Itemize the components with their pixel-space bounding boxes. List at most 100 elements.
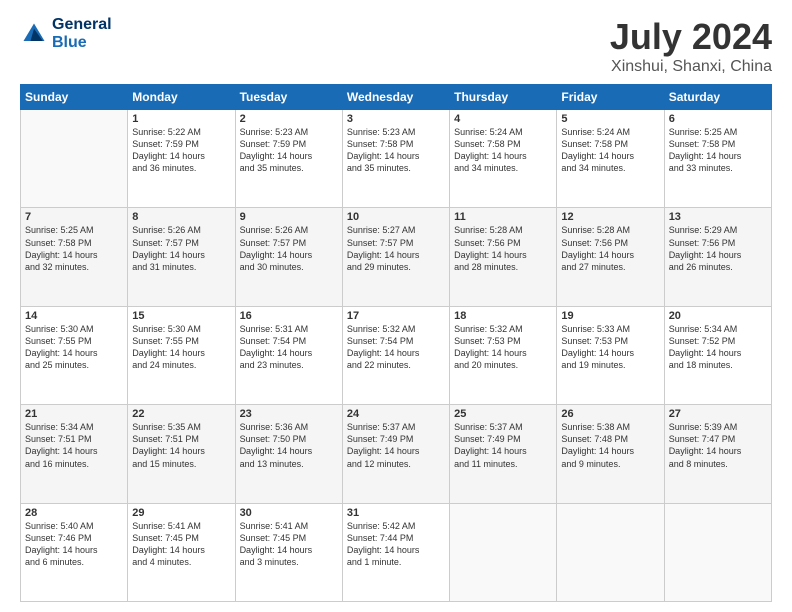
day-number: 2	[240, 113, 338, 125]
cell-details: Sunrise: 5:34 AMSunset: 7:51 PMDaylight:…	[25, 421, 123, 470]
calendar-table: Sunday Monday Tuesday Wednesday Thursday…	[20, 84, 772, 602]
calendar-week-row-0: 1 Sunrise: 5:22 AMSunset: 7:59 PMDayligh…	[21, 110, 772, 208]
header-thursday: Thursday	[450, 85, 557, 110]
calendar-cell	[557, 503, 664, 601]
calendar-cell: 8 Sunrise: 5:26 AMSunset: 7:57 PMDayligh…	[128, 208, 235, 306]
day-number: 20	[669, 310, 767, 322]
calendar-cell: 4 Sunrise: 5:24 AMSunset: 7:58 PMDayligh…	[450, 110, 557, 208]
header-sunday: Sunday	[21, 85, 128, 110]
weekday-header-row: Sunday Monday Tuesday Wednesday Thursday…	[21, 85, 772, 110]
day-number: 1	[132, 113, 230, 125]
calendar-cell: 17 Sunrise: 5:32 AMSunset: 7:54 PMDaylig…	[342, 306, 449, 404]
cell-details: Sunrise: 5:29 AMSunset: 7:56 PMDaylight:…	[669, 224, 767, 273]
day-number: 15	[132, 310, 230, 322]
cell-details: Sunrise: 5:30 AMSunset: 7:55 PMDaylight:…	[25, 323, 123, 372]
calendar-cell: 6 Sunrise: 5:25 AMSunset: 7:58 PMDayligh…	[664, 110, 771, 208]
calendar-cell: 22 Sunrise: 5:35 AMSunset: 7:51 PMDaylig…	[128, 405, 235, 503]
calendar-cell: 31 Sunrise: 5:42 AMSunset: 7:44 PMDaylig…	[342, 503, 449, 601]
cell-details: Sunrise: 5:27 AMSunset: 7:57 PMDaylight:…	[347, 224, 445, 273]
day-number: 4	[454, 113, 552, 125]
header-tuesday: Tuesday	[235, 85, 342, 110]
title-block: July 2024 Xinshui, Shanxi, China	[610, 16, 772, 76]
calendar-cell: 18 Sunrise: 5:32 AMSunset: 7:53 PMDaylig…	[450, 306, 557, 404]
logo: General Blue	[20, 16, 112, 51]
day-number: 7	[25, 211, 123, 223]
cell-details: Sunrise: 5:39 AMSunset: 7:47 PMDaylight:…	[669, 421, 767, 470]
day-number: 18	[454, 310, 552, 322]
cell-details: Sunrise: 5:37 AMSunset: 7:49 PMDaylight:…	[347, 421, 445, 470]
main-title: July 2024	[610, 16, 772, 58]
cell-details: Sunrise: 5:23 AMSunset: 7:58 PMDaylight:…	[347, 126, 445, 175]
day-number: 23	[240, 408, 338, 420]
calendar-cell: 9 Sunrise: 5:26 AMSunset: 7:57 PMDayligh…	[235, 208, 342, 306]
cell-details: Sunrise: 5:41 AMSunset: 7:45 PMDaylight:…	[132, 520, 230, 569]
calendar-cell: 26 Sunrise: 5:38 AMSunset: 7:48 PMDaylig…	[557, 405, 664, 503]
day-number: 17	[347, 310, 445, 322]
page: General Blue July 2024 Xinshui, Shanxi, …	[0, 0, 792, 612]
cell-details: Sunrise: 5:34 AMSunset: 7:52 PMDaylight:…	[669, 323, 767, 372]
cell-details: Sunrise: 5:36 AMSunset: 7:50 PMDaylight:…	[240, 421, 338, 470]
cell-details: Sunrise: 5:33 AMSunset: 7:53 PMDaylight:…	[561, 323, 659, 372]
calendar-cell: 15 Sunrise: 5:30 AMSunset: 7:55 PMDaylig…	[128, 306, 235, 404]
calendar-week-row-2: 14 Sunrise: 5:30 AMSunset: 7:55 PMDaylig…	[21, 306, 772, 404]
day-number: 22	[132, 408, 230, 420]
cell-details: Sunrise: 5:30 AMSunset: 7:55 PMDaylight:…	[132, 323, 230, 372]
cell-details: Sunrise: 5:40 AMSunset: 7:46 PMDaylight:…	[25, 520, 123, 569]
cell-details: Sunrise: 5:38 AMSunset: 7:48 PMDaylight:…	[561, 421, 659, 470]
calendar-cell: 14 Sunrise: 5:30 AMSunset: 7:55 PMDaylig…	[21, 306, 128, 404]
day-number: 21	[25, 408, 123, 420]
day-number: 6	[669, 113, 767, 125]
day-number: 30	[240, 507, 338, 519]
calendar-cell: 5 Sunrise: 5:24 AMSunset: 7:58 PMDayligh…	[557, 110, 664, 208]
calendar-cell: 19 Sunrise: 5:33 AMSunset: 7:53 PMDaylig…	[557, 306, 664, 404]
header-wednesday: Wednesday	[342, 85, 449, 110]
calendar-cell: 7 Sunrise: 5:25 AMSunset: 7:58 PMDayligh…	[21, 208, 128, 306]
day-number: 9	[240, 211, 338, 223]
calendar-cell: 2 Sunrise: 5:23 AMSunset: 7:59 PMDayligh…	[235, 110, 342, 208]
calendar-cell: 3 Sunrise: 5:23 AMSunset: 7:58 PMDayligh…	[342, 110, 449, 208]
cell-details: Sunrise: 5:26 AMSunset: 7:57 PMDaylight:…	[240, 224, 338, 273]
calendar-cell: 13 Sunrise: 5:29 AMSunset: 7:56 PMDaylig…	[664, 208, 771, 306]
calendar-cell: 30 Sunrise: 5:41 AMSunset: 7:45 PMDaylig…	[235, 503, 342, 601]
calendar-week-row-3: 21 Sunrise: 5:34 AMSunset: 7:51 PMDaylig…	[21, 405, 772, 503]
day-number: 19	[561, 310, 659, 322]
day-number: 5	[561, 113, 659, 125]
day-number: 13	[669, 211, 767, 223]
calendar-cell: 16 Sunrise: 5:31 AMSunset: 7:54 PMDaylig…	[235, 306, 342, 404]
header-friday: Friday	[557, 85, 664, 110]
cell-details: Sunrise: 5:28 AMSunset: 7:56 PMDaylight:…	[454, 224, 552, 273]
day-number: 10	[347, 211, 445, 223]
day-number: 14	[25, 310, 123, 322]
calendar-week-row-1: 7 Sunrise: 5:25 AMSunset: 7:58 PMDayligh…	[21, 208, 772, 306]
calendar-cell: 20 Sunrise: 5:34 AMSunset: 7:52 PMDaylig…	[664, 306, 771, 404]
calendar-cell: 25 Sunrise: 5:37 AMSunset: 7:49 PMDaylig…	[450, 405, 557, 503]
day-number: 8	[132, 211, 230, 223]
sub-title: Xinshui, Shanxi, China	[610, 58, 772, 76]
day-number: 26	[561, 408, 659, 420]
day-number: 11	[454, 211, 552, 223]
cell-details: Sunrise: 5:32 AMSunset: 7:54 PMDaylight:…	[347, 323, 445, 372]
cell-details: Sunrise: 5:35 AMSunset: 7:51 PMDaylight:…	[132, 421, 230, 470]
cell-details: Sunrise: 5:31 AMSunset: 7:54 PMDaylight:…	[240, 323, 338, 372]
day-number: 27	[669, 408, 767, 420]
header-saturday: Saturday	[664, 85, 771, 110]
cell-details: Sunrise: 5:25 AMSunset: 7:58 PMDaylight:…	[25, 224, 123, 273]
header: General Blue July 2024 Xinshui, Shanxi, …	[20, 16, 772, 76]
cell-details: Sunrise: 5:26 AMSunset: 7:57 PMDaylight:…	[132, 224, 230, 273]
calendar-cell: 27 Sunrise: 5:39 AMSunset: 7:47 PMDaylig…	[664, 405, 771, 503]
cell-details: Sunrise: 5:24 AMSunset: 7:58 PMDaylight:…	[561, 126, 659, 175]
logo-text: General Blue	[52, 16, 112, 51]
day-number: 29	[132, 507, 230, 519]
day-number: 12	[561, 211, 659, 223]
cell-details: Sunrise: 5:22 AMSunset: 7:59 PMDaylight:…	[132, 126, 230, 175]
day-number: 3	[347, 113, 445, 125]
calendar-week-row-4: 28 Sunrise: 5:40 AMSunset: 7:46 PMDaylig…	[21, 503, 772, 601]
cell-details: Sunrise: 5:42 AMSunset: 7:44 PMDaylight:…	[347, 520, 445, 569]
cell-details: Sunrise: 5:28 AMSunset: 7:56 PMDaylight:…	[561, 224, 659, 273]
cell-details: Sunrise: 5:23 AMSunset: 7:59 PMDaylight:…	[240, 126, 338, 175]
calendar-cell: 12 Sunrise: 5:28 AMSunset: 7:56 PMDaylig…	[557, 208, 664, 306]
calendar-cell: 10 Sunrise: 5:27 AMSunset: 7:57 PMDaylig…	[342, 208, 449, 306]
cell-details: Sunrise: 5:32 AMSunset: 7:53 PMDaylight:…	[454, 323, 552, 372]
calendar-cell	[664, 503, 771, 601]
day-number: 16	[240, 310, 338, 322]
